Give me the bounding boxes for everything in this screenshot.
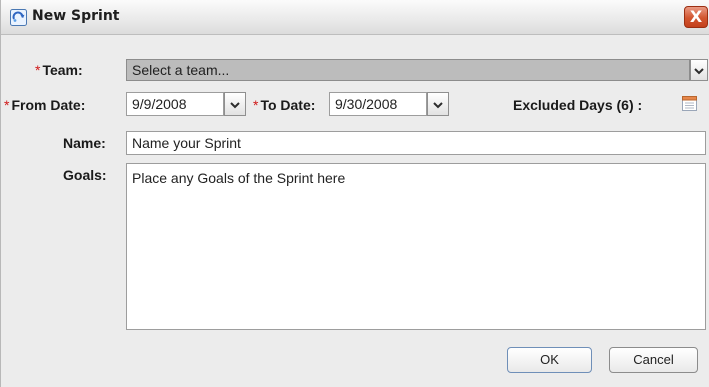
cancel-button[interactable]: Cancel bbox=[609, 347, 698, 373]
name-input-value: Name your Sprint bbox=[132, 135, 241, 151]
required-marker: * bbox=[35, 62, 41, 78]
calendar-icon[interactable] bbox=[682, 95, 697, 111]
close-button[interactable]: X bbox=[684, 6, 708, 28]
team-label-text: Team: bbox=[42, 62, 83, 78]
goals-textarea-value: Place any Goals of the Sprint here bbox=[132, 170, 346, 186]
team-label: * Team: bbox=[35, 62, 83, 78]
from-date-label-text: From Date: bbox=[11, 97, 86, 113]
from-date-dropdown-button[interactable] bbox=[224, 92, 246, 116]
to-date-value: 9/30/2008 bbox=[335, 96, 398, 112]
chevron-down-icon bbox=[694, 68, 704, 75]
window-title: New Sprint bbox=[32, 8, 120, 24]
ok-button[interactable]: OK bbox=[507, 347, 592, 373]
to-date-input[interactable]: 9/30/2008 bbox=[329, 92, 427, 116]
chevron-down-icon bbox=[230, 102, 240, 109]
required-marker: * bbox=[4, 97, 10, 113]
excluded-days-label: Excluded Days (6) : bbox=[513, 97, 643, 113]
required-marker: * bbox=[253, 97, 259, 113]
goals-textarea[interactable]: Place any Goals of the Sprint here bbox=[126, 163, 706, 330]
from-date-label: * From Date: bbox=[4, 97, 85, 113]
from-date-input[interactable]: 9/9/2008 bbox=[126, 92, 224, 116]
new-sprint-dialog: New Sprint X * Team: Select a team... * Fr… bbox=[0, 0, 709, 387]
name-input[interactable]: Name your Sprint bbox=[126, 131, 706, 155]
team-select[interactable]: Select a team... bbox=[126, 59, 690, 81]
team-select-value: Select a team... bbox=[132, 62, 230, 78]
to-date-label: * To Date: bbox=[253, 97, 315, 113]
to-date-dropdown-button[interactable] bbox=[427, 92, 449, 116]
goals-label: Goals: bbox=[63, 167, 107, 183]
title-bar[interactable]: New Sprint X bbox=[1, 0, 709, 35]
close-icon: X bbox=[689, 7, 703, 26]
name-label: Name: bbox=[63, 135, 106, 151]
to-date-label-text: To Date: bbox=[260, 97, 316, 113]
team-dropdown-button[interactable] bbox=[690, 59, 708, 81]
from-date-value: 9/9/2008 bbox=[132, 96, 187, 112]
sprint-app-icon bbox=[10, 9, 27, 26]
chevron-down-icon bbox=[433, 102, 443, 109]
